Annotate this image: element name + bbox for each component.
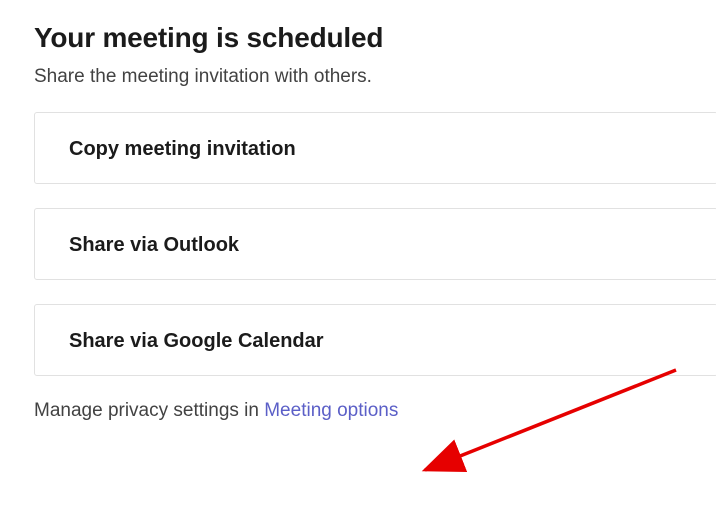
share-google-calendar-button[interactable]: Share via Google Calendar bbox=[34, 304, 716, 376]
privacy-settings-line: Manage privacy settings in Meeting optio… bbox=[34, 400, 716, 422]
meeting-options-link[interactable]: Meeting options bbox=[264, 400, 398, 421]
share-outlook-button[interactable]: Share via Outlook bbox=[34, 208, 716, 280]
page-subtitle: Share the meeting invitation with others… bbox=[34, 66, 716, 88]
copy-invitation-button[interactable]: Copy meeting invitation bbox=[34, 112, 716, 184]
privacy-prefix-text: Manage privacy settings in bbox=[34, 400, 264, 421]
page-title: Your meeting is scheduled bbox=[34, 22, 716, 54]
